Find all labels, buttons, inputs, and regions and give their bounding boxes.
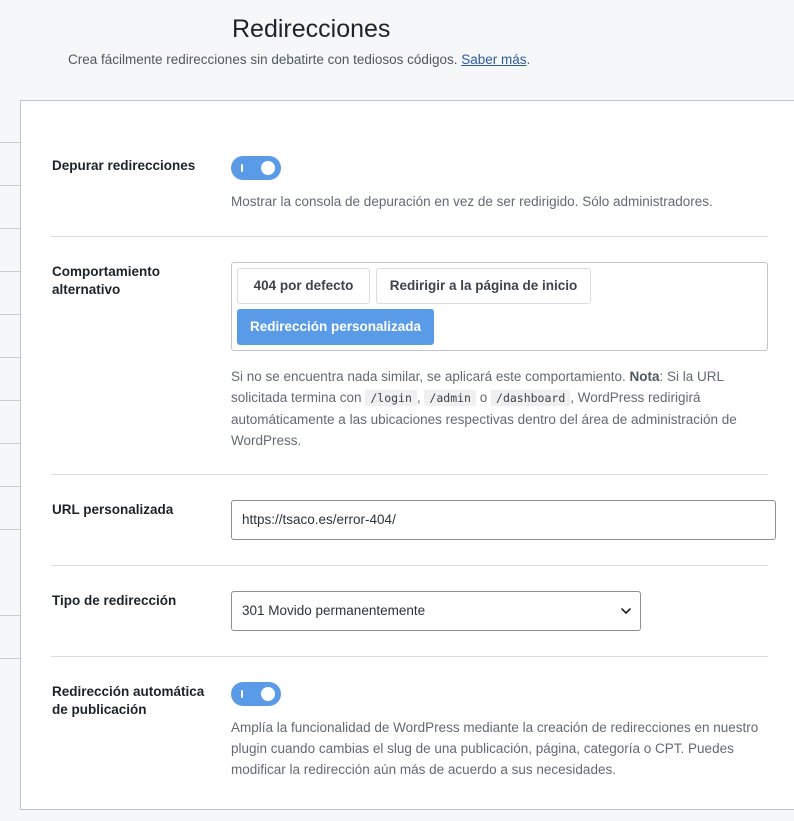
fallback-behavior-label: Comportamiento alternativo (52, 264, 160, 297)
left-rail (0, 100, 20, 821)
debug-redirects-label: Depurar redirecciones (52, 158, 196, 173)
fallback-desc-or: o (479, 390, 488, 405)
custom-url-label: URL personalizada (52, 502, 174, 517)
fallback-desc-comma: , (416, 390, 421, 405)
auto-redirect-label: Redirección automática de publicación (52, 684, 205, 717)
rail-segment (0, 401, 20, 444)
divider (51, 236, 768, 237)
redirect-type-label: Tipo de redirección (52, 593, 177, 608)
rail-segment (0, 616, 20, 659)
rail-segment (0, 315, 20, 358)
page-header: Redirecciones Crea fácilmente redireccio… (0, 0, 794, 100)
divider (51, 656, 768, 657)
page-description: Crea fácilmente redirecciones sin debati… (68, 52, 530, 67)
rail-segment (0, 487, 20, 530)
debug-redirects-description: Mostrar la consola de depuración en vez … (231, 194, 713, 209)
learn-more-link[interactable]: Saber más (461, 52, 526, 67)
redirect-type-selected: 301 Movido permanentemente (242, 603, 426, 618)
fallback-options-group: 404 por defecto Redirigir a la página de… (231, 262, 768, 351)
toggle-on-mark-icon (241, 690, 243, 698)
code-admin: /admin (424, 390, 476, 406)
divider (51, 474, 768, 475)
fallback-option-home[interactable]: Redirigir a la página de inicio (376, 268, 591, 304)
fallback-option-404[interactable]: 404 por defecto (237, 268, 370, 304)
rail-segment (0, 358, 20, 401)
custom-url-input[interactable]: https://tsaco.es/error-404/ (231, 500, 776, 540)
toggle-knob-icon (261, 687, 275, 701)
auto-redirect-toggle[interactable] (231, 682, 281, 706)
code-login: /login (365, 390, 417, 406)
rail-segment (0, 272, 20, 315)
auto-redirect-description: Amplía la funcionalidad de WordPress med… (231, 720, 759, 777)
fallback-desc-text: Si no se encuentra nada similar, se apli… (231, 369, 626, 384)
fallback-note-label: Nota (629, 369, 660, 384)
chevron-down-icon (621, 608, 631, 614)
rail-segment (0, 143, 20, 186)
debug-redirects-toggle[interactable] (231, 156, 281, 180)
rail-segment (0, 186, 20, 229)
rail-segment (0, 444, 20, 487)
fallback-option-custom[interactable]: Redirección personalizada (237, 309, 434, 345)
page-description-text: Crea fácilmente redirecciones sin debati… (68, 52, 458, 67)
rail-segment (0, 229, 20, 272)
settings-panel: Depurar redirecciones Mostrar la consola… (20, 100, 794, 810)
rail-segment (0, 100, 20, 143)
page-title: Redirecciones (232, 15, 391, 43)
page-description-period: . (526, 52, 531, 67)
toggle-knob-icon (261, 161, 275, 175)
divider (51, 565, 768, 566)
redirect-type-select[interactable]: 301 Movido permanentemente (231, 591, 641, 631)
code-dashboard: /dashboard (491, 390, 571, 406)
toggle-on-mark-icon (241, 164, 243, 172)
fallback-description: Si no se encuentra nada similar, se apli… (231, 366, 771, 451)
rail-segment (0, 573, 20, 616)
